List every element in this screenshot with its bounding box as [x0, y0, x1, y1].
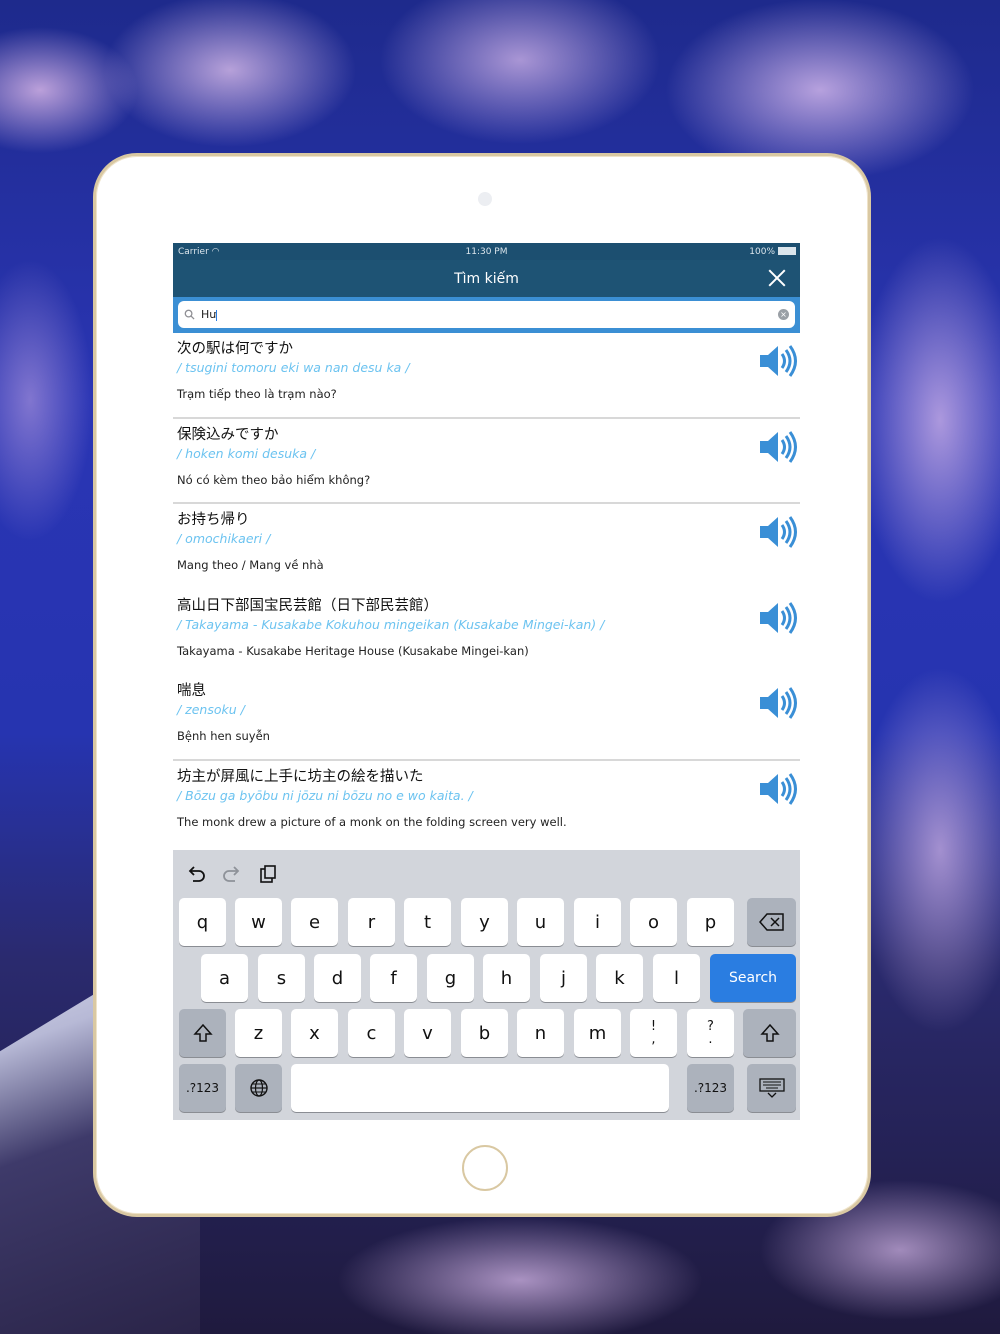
shift-key-left[interactable] — [179, 1009, 226, 1057]
key-r[interactable]: r — [348, 898, 395, 946]
key-z[interactable]: z — [235, 1009, 282, 1057]
list-item[interactable]: 保険込みですか / hoken komi desuka / Nó có kèm … — [173, 419, 800, 504]
key-e[interactable]: e — [291, 898, 338, 946]
search-input[interactable]: Hư × — [178, 301, 795, 328]
list-item[interactable]: 高山日下部国宝民芸館（日下部民芸館） / Takayama - Kusakabe… — [173, 590, 800, 675]
results-list: 次の駅は何ですか / tsugini tomoru eki wa nan des… — [173, 333, 800, 850]
key-d[interactable]: d — [314, 954, 361, 1002]
japanese-phrase: 高山日下部国宝民芸館（日下部民芸館） — [177, 597, 438, 614]
list-item[interactable]: お持ち帰り / omochikaeri / Mang theo / Mang v… — [173, 504, 800, 590]
list-item[interactable]: 坊主が屏風に上手に坊主の絵を描いた / Bōzu ga byōbu ni jōz… — [173, 761, 800, 846]
meaning: Nó có kèm theo bảo hiểm không? — [177, 472, 371, 487]
key-m[interactable]: m — [574, 1009, 621, 1057]
key-u[interactable]: u — [517, 898, 564, 946]
romaji: / zensoku / — [177, 702, 245, 717]
keyboard-row-4: .?123 .?123 — [173, 1064, 800, 1112]
romaji: / Bōzu ga byōbu ni jōzu ni bōzu no e wo … — [177, 787, 473, 803]
shift-icon — [759, 1023, 780, 1042]
nav-bar: Tìm kiếm — [173, 260, 800, 297]
japanese-phrase: 保険込みですか — [177, 426, 279, 443]
space-key[interactable] — [291, 1064, 669, 1112]
key-f[interactable]: f — [370, 954, 417, 1002]
key-s[interactable]: s — [258, 954, 305, 1002]
key-c[interactable]: c — [348, 1009, 395, 1057]
romaji: / tsugini tomoru eki wa nan desu ka / — [177, 360, 410, 375]
keyboard: q w e r t y u i o p a s d f g h j k l Se… — [173, 850, 800, 1120]
close-icon[interactable] — [766, 267, 788, 289]
key-i[interactable]: i — [574, 898, 621, 946]
backspace-icon — [758, 913, 784, 931]
meaning: Trạm tiếp theo là trạm nào? — [177, 387, 337, 401]
key-q[interactable]: q — [179, 898, 226, 946]
backspace-key[interactable] — [747, 898, 796, 946]
key-a[interactable]: a — [201, 954, 248, 1002]
keyboard-toolbar — [173, 850, 800, 898]
search-bar-container: Hư × — [173, 297, 800, 333]
shift-key-right[interactable] — [743, 1009, 796, 1057]
search-key[interactable]: Search — [710, 954, 796, 1002]
key-t[interactable]: t — [404, 898, 451, 946]
status-time: 11:30 PM — [465, 246, 508, 257]
key-g[interactable]: g — [427, 954, 474, 1002]
speaker-icon[interactable] — [758, 600, 798, 636]
romaji: / Takayama - Kusakabe Kokuhou mingeikan … — [177, 616, 605, 632]
key-h[interactable]: h — [483, 954, 530, 1002]
keyboard-row-2: a s d f g h j k l Search — [173, 954, 800, 1002]
meaning: The monk drew a picture of a monk on the… — [177, 814, 567, 829]
camera — [478, 192, 492, 206]
japanese-phrase: お持ち帰り — [177, 512, 250, 528]
globe-key[interactable] — [235, 1064, 282, 1112]
key-n[interactable]: n — [517, 1009, 564, 1057]
numbers-key-right[interactable]: .?123 — [687, 1064, 734, 1112]
meaning: Mang theo / Mang về nhà — [177, 558, 324, 572]
undo-icon[interactable] — [185, 863, 207, 885]
japanese-phrase: 喘息 — [177, 683, 206, 699]
search-value: Hư — [201, 308, 778, 321]
list-item[interactable]: 喘息 / zensoku / Bệnh hen suyễn — [173, 675, 800, 761]
app-screen: Carrier ◠ 11:30 PM 100% Tìm kiếm Hư × 次の… — [173, 243, 800, 1120]
keyboard-row-1: q w e r t y u i o p — [173, 898, 800, 946]
status-bar: Carrier ◠ 11:30 PM 100% — [173, 243, 800, 260]
battery-icon — [778, 247, 796, 255]
speaker-icon[interactable] — [758, 514, 798, 550]
japanese-phrase: 次の駅は何ですか — [177, 341, 293, 357]
key-j[interactable]: j — [540, 954, 587, 1002]
meaning: Takayama - Kusakabe Heritage House (Kusa… — [177, 643, 529, 658]
key-l[interactable]: l — [653, 954, 700, 1002]
speaker-icon[interactable] — [758, 685, 798, 721]
japanese-phrase: 坊主が屏風に上手に坊主の絵を描いた — [177, 768, 424, 785]
page-title: Tìm kiếm — [454, 270, 519, 287]
key-o[interactable]: o — [630, 898, 677, 946]
key-exclamation-comma[interactable]: ! , — [630, 1009, 677, 1057]
numbers-key-left[interactable]: .?123 — [179, 1064, 226, 1112]
key-question-period[interactable]: ? . — [687, 1009, 734, 1057]
romaji: / hoken komi desuka / — [177, 445, 316, 461]
redo-icon[interactable] — [221, 863, 243, 885]
key-v[interactable]: v — [404, 1009, 451, 1057]
paste-icon[interactable] — [257, 863, 279, 885]
key-w[interactable]: w — [235, 898, 282, 946]
clear-search-icon[interactable]: × — [778, 309, 789, 320]
speaker-icon[interactable] — [758, 343, 798, 379]
home-button[interactable] — [462, 1145, 508, 1191]
search-icon — [184, 309, 195, 320]
key-comma: , — [651, 1032, 656, 1047]
key-k[interactable]: k — [596, 954, 643, 1002]
shift-icon — [192, 1023, 213, 1042]
speaker-icon[interactable] — [758, 771, 798, 807]
keyboard-dismiss-icon — [758, 1078, 785, 1098]
dismiss-keyboard-key[interactable] — [747, 1064, 796, 1112]
keyboard-row-3: z x c v b n m ! , ? . — [173, 1009, 800, 1057]
key-x[interactable]: x — [291, 1009, 338, 1057]
globe-icon — [249, 1079, 268, 1097]
list-item[interactable]: 次の駅は何ですか / tsugini tomoru eki wa nan des… — [173, 333, 800, 419]
meaning: Bệnh hen suyễn — [177, 729, 270, 743]
romaji: / omochikaeri / — [177, 531, 271, 546]
speaker-icon[interactable] — [758, 429, 798, 465]
key-b[interactable]: b — [461, 1009, 508, 1057]
ipad-frame: Carrier ◠ 11:30 PM 100% Tìm kiếm Hư × 次の… — [93, 153, 871, 1217]
key-period: . — [708, 1032, 713, 1047]
key-p[interactable]: p — [687, 898, 734, 946]
key-y[interactable]: y — [461, 898, 508, 946]
